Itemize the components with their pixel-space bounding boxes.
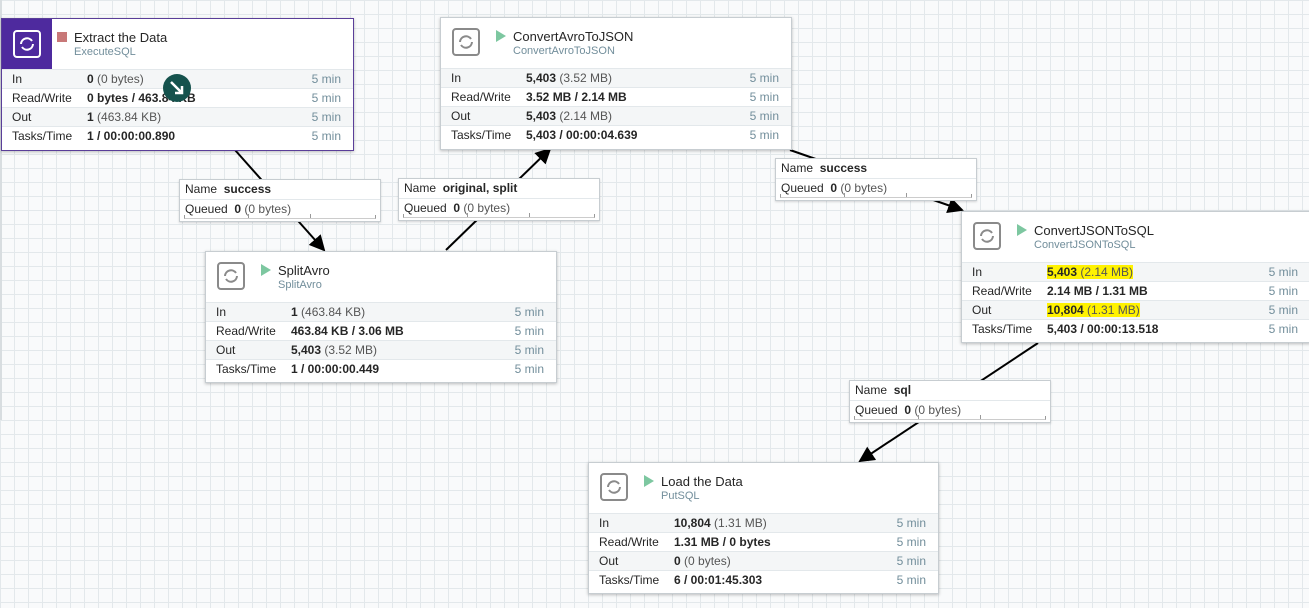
stats-row-tasks: Tasks/Time 1 / 00:00:00.449 5 min (206, 359, 556, 379)
queue-progress-bar (403, 213, 595, 218)
running-status-icon (261, 264, 271, 276)
connection-label-success-2[interactable]: Name success Queued 0 (0 bytes) (775, 158, 977, 201)
processor-stats: In 5,403 (3.52 MB) 5 min Read/Write 3.52 MB… (441, 68, 791, 145)
connection-label-sql[interactable]: Name sql Queued 0 (0 bytes) (849, 380, 1051, 423)
processor-splitavro[interactable]: SplitAvro SplitAvro In 1 (463.84 KB) 5 min… (205, 251, 557, 383)
processor-convertavrotojson[interactable]: ConvertAvroToJSON ConvertAvroToJSON In 5,… (440, 17, 792, 150)
processor-type: PutSQL (661, 490, 700, 502)
running-status-icon (1017, 224, 1027, 236)
stopped-status-icon (57, 32, 67, 42)
connection-label-original-split[interactable]: Name original, split Queued 0 (0 bytes) (398, 178, 600, 221)
stats-row-tasks: Tasks/Time 5,403 / 00:00:04.639 5 min (441, 125, 791, 145)
processor-icon (597, 470, 631, 504)
resize-cursor-icon (163, 74, 191, 102)
stats-row-tasks: Tasks/Time 5,403 / 00:00:13.518 5 min (962, 319, 1309, 339)
processor-icon (970, 219, 1004, 253)
running-status-icon (496, 30, 506, 42)
processor-icon (2, 19, 52, 69)
connection-label-success-1[interactable]: Name success Queued 0 (0 bytes) (179, 179, 381, 222)
processor-stats: In 5,403 (2.14 MB) 5 min Read/Write 2.14 MB… (962, 262, 1309, 339)
stats-row-readwrite: Read/Write 1.31 MB / 0 bytes 5 min (589, 532, 938, 552)
processor-type: ConvertAvroToJSON (513, 45, 615, 57)
processor-name: ConvertAvroToJSON (513, 29, 634, 44)
stats-row-tasks: Tasks/Time 6 / 00:01:45.303 5 min (589, 570, 938, 590)
highlighted-value: 10,804 (1.31 MB) (1047, 303, 1140, 317)
stats-row-readwrite: Read/Write 3.52 MB / 2.14 MB 5 min (441, 87, 791, 107)
stats-row-out: Out 10,804 (1.31 MB) 5 min (962, 300, 1309, 320)
processor-name: ConvertJSONToSQL (1034, 223, 1154, 238)
queue-progress-bar (184, 214, 376, 219)
stats-row-out: Out 5,403 (2.14 MB) 5 min (441, 106, 791, 126)
stats-row-in: In 5,403 (2.14 MB) 5 min (962, 262, 1309, 282)
stats-row-readwrite: Read/Write 2.14 MB / 1.31 MB 5 min (962, 281, 1309, 301)
stats-row-out: Out 5,403 (3.52 MB) 5 min (206, 340, 556, 360)
highlighted-value: 5,403 (2.14 MB) (1047, 265, 1134, 279)
stats-row-tasks: Tasks/Time 1 / 00:00:00.890 5 min (2, 126, 353, 146)
processor-name: SplitAvro (278, 263, 330, 278)
queue-progress-bar (854, 415, 1046, 420)
stats-row-out: Out 1 (463.84 KB) 5 min (2, 107, 353, 127)
processor-type: ExecuteSQL (74, 46, 136, 58)
processor-stats: In 1 (463.84 KB) 5 min Read/Write 463.84 KB… (206, 302, 556, 379)
processor-stats: In 10,804 (1.31 MB) 5 min Read/Write 1.31 M… (589, 513, 938, 590)
processor-icon (449, 25, 483, 59)
queue-progress-bar (780, 193, 972, 198)
stats-row-readwrite: Read/Write 463.84 KB / 3.06 MB 5 min (206, 321, 556, 341)
stats-row-out: Out 0 (0 bytes) 5 min (589, 551, 938, 571)
running-status-icon (644, 475, 654, 487)
processor-type: ConvertJSONToSQL (1034, 239, 1136, 251)
stats-row-in: In 10,804 (1.31 MB) 5 min (589, 513, 938, 533)
processor-convertjsontosql[interactable]: ConvertJSONToSQL ConvertJSONToSQL In 5,40… (961, 211, 1309, 343)
stats-row-in: In 1 (463.84 KB) 5 min (206, 302, 556, 322)
processor-icon (214, 259, 248, 293)
processor-load-the-data[interactable]: Load the Data PutSQL In 10,804 (1.31 MB) 5… (588, 462, 939, 594)
processor-name: Extract the Data (74, 30, 168, 45)
processor-name: Load the Data (661, 474, 743, 489)
processor-type: SplitAvro (278, 279, 322, 291)
stats-row-in: In 5,403 (3.52 MB) 5 min (441, 68, 791, 88)
